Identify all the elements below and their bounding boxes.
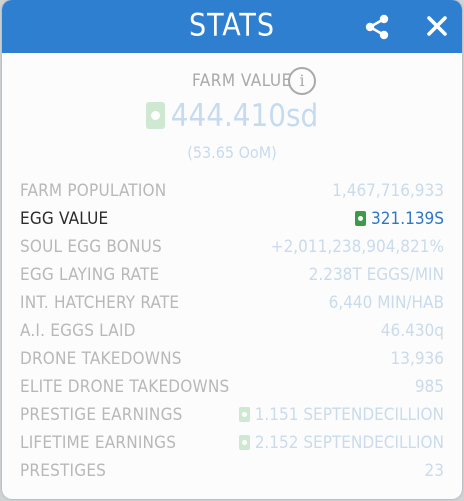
page-title: STATS (188, 7, 276, 44)
money-bill-icon (145, 102, 165, 129)
stat-value-wrap: 1.151 SEPTENDECILLION (238, 405, 444, 425)
stat-label: PRESTIGES (20, 461, 107, 481)
stat-row-hatchery-rate: INT. HATCHERY RATE 6,440 MIN/HAB (2, 290, 462, 318)
stat-value-wrap: 321.139S (355, 209, 444, 229)
stat-label: EGG LAYING RATE (20, 265, 160, 285)
stats-list: FARM POPULATION 1,467,716,933 EGG VALUE … (2, 178, 462, 486)
close-icon (427, 16, 447, 36)
stat-value: +2,011,238,904,821% (270, 237, 444, 257)
farm-value-label: FARM VALUE (192, 71, 292, 91)
farm-value-oom: (53.65 OoM) (187, 143, 277, 162)
stat-label: EGG VALUE (20, 209, 109, 229)
stat-row-lifetime-earnings: LIFETIME EARNINGS 2.152 SEPTENDECILLION (2, 430, 462, 458)
stat-row-egg-value: EGG VALUE 321.139S (2, 206, 462, 234)
stat-label: DRONE TAKEDOWNS (20, 349, 182, 369)
stat-label: LIFETIME EARNINGS (20, 433, 177, 453)
money-bill-icon (238, 435, 250, 450)
stat-value: 6,440 MIN/HAB (328, 293, 444, 313)
money-bill-icon (355, 211, 367, 226)
stat-value: 23 (424, 461, 444, 481)
stat-row-prestige-earnings: PRESTIGE EARNINGS 1.151 SEPTENDECILLION (2, 402, 462, 430)
stat-row-drone-takedowns: DRONE TAKEDOWNS 13,936 (2, 346, 462, 374)
share-button[interactable] (362, 12, 392, 42)
farm-value-amount: 444.410sd (170, 98, 319, 134)
farm-value: 444.410sd (2, 98, 462, 134)
stat-value: 46.430q (380, 321, 444, 341)
stat-label: FARM POPULATION (20, 181, 167, 201)
info-icon[interactable]: i (288, 67, 316, 95)
header-bar: STATS (2, 0, 462, 53)
money-bill-icon (238, 407, 250, 422)
stat-value: 2.238T EGGS/MIN (308, 265, 444, 285)
stat-label: PRESTIGE EARNINGS (20, 405, 183, 425)
stat-value: 1,467,716,933 (332, 181, 444, 201)
share-icon (365, 14, 389, 40)
stat-value: 2.152 SEPTENDECILLION (254, 433, 444, 453)
stat-row-farm-population: FARM POPULATION 1,467,716,933 (2, 178, 462, 206)
stat-value: 985 (414, 377, 444, 397)
stat-row-egg-laying-rate: EGG LAYING RATE 2.238T EGGS/MIN (2, 262, 462, 290)
stat-value: 321.139S (371, 209, 444, 229)
stat-value: 13,936 (390, 349, 445, 369)
stat-row-prestiges: PRESTIGES 23 (2, 458, 462, 486)
stat-row-ai-eggs-laid: A.I. EGGS LAID 46.430q (2, 318, 462, 346)
stat-label: SOUL EGG BONUS (20, 237, 162, 257)
stat-label: ELITE DRONE TAKEDOWNS (20, 377, 230, 397)
stat-row-soul-egg-bonus: SOUL EGG BONUS +2,011,238,904,821% (2, 234, 462, 262)
stat-label: A.I. EGGS LAID (20, 321, 136, 341)
close-button[interactable] (422, 11, 452, 41)
stat-value: 1.151 SEPTENDECILLION (254, 405, 444, 425)
stats-panel: STATS FARM VALUE i 444.410sd (53.65 OoM)… (2, 0, 462, 499)
stat-value-wrap: 2.152 SEPTENDECILLION (238, 433, 444, 453)
stat-label: INT. HATCHERY RATE (20, 293, 180, 313)
stat-row-elite-drone-takedowns: ELITE DRONE TAKEDOWNS 985 (2, 374, 462, 402)
